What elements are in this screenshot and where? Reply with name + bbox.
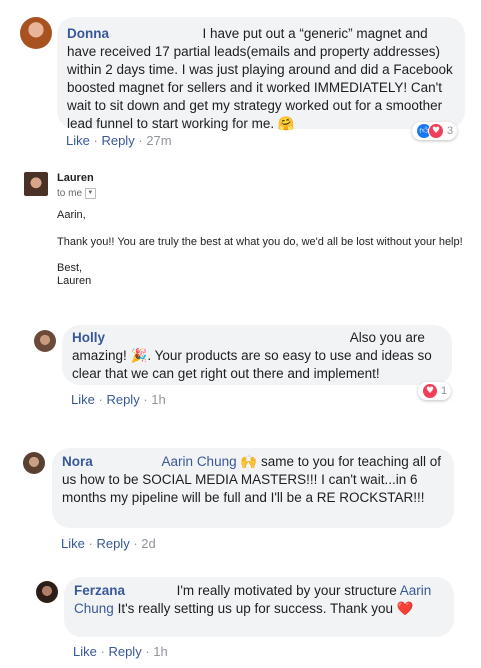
- timestamp[interactable]: 1h: [151, 392, 165, 407]
- separator: ·: [88, 536, 93, 551]
- commenter-name[interactable]: Nora: [62, 454, 93, 469]
- like-link[interactable]: Like: [71, 392, 95, 407]
- comment-text: Nora Aarin Chung 🙌 same to you for teach…: [62, 453, 448, 507]
- reply-link[interactable]: Reply: [108, 644, 141, 659]
- avatar[interactable]: [23, 452, 45, 474]
- email-sender-avatar: [24, 172, 48, 196]
- recipient-label: to me: [57, 188, 83, 200]
- comment-text: Holly Also you are amazing! 🎉. Your prod…: [72, 329, 450, 383]
- email-signature: Lauren: [57, 275, 92, 287]
- email-signoff: Best,: [57, 262, 83, 274]
- separator: ·: [100, 644, 105, 659]
- comment-actions: Like · Reply · 1h: [71, 392, 166, 407]
- heart-emoji: ❤️: [396, 601, 414, 617]
- comment-body: I have put out a “generic” magnet and ha…: [67, 26, 453, 131]
- like-link[interactable]: Like: [73, 644, 97, 659]
- commenter-name[interactable]: Donna: [67, 26, 109, 41]
- reply-link[interactable]: Reply: [101, 133, 134, 148]
- avatar[interactable]: [34, 330, 56, 352]
- separator: ·: [93, 133, 98, 148]
- like-link[interactable]: Like: [61, 536, 85, 551]
- reaction-summary[interactable]: ♥ 1: [418, 382, 452, 400]
- comment-body-end: It's really setting us up for success. T…: [117, 601, 394, 616]
- chevron-down-icon[interactable]: ▼: [84, 188, 96, 199]
- timestamp[interactable]: 27m: [146, 133, 171, 148]
- email-body: Thank you!! You are truly the best at wh…: [57, 236, 463, 248]
- reaction-summary[interactable]: 👍︎ ♥ 3: [412, 122, 458, 140]
- comment-body-start: I'm really motivated by your structure: [176, 583, 397, 598]
- comment-actions: Like · Reply · 27m: [66, 133, 172, 148]
- avatar[interactable]: [20, 17, 52, 49]
- like-link[interactable]: Like: [66, 133, 90, 148]
- love-reaction-icon: ♥: [422, 383, 438, 399]
- timestamp[interactable]: 1h: [153, 644, 167, 659]
- email-sender-name: Lauren: [57, 172, 94, 184]
- separator: ·: [98, 392, 103, 407]
- separator: ·: [143, 392, 148, 407]
- separator: ·: [138, 133, 143, 148]
- reply-link[interactable]: Reply: [96, 536, 129, 551]
- separator: ·: [133, 536, 138, 551]
- party-popper-emoji: 🎉: [130, 348, 148, 364]
- commenter-name[interactable]: Holly: [72, 330, 105, 345]
- reaction-count: 1: [441, 385, 448, 397]
- comment-text: Donna I have put out a “generic” magnet …: [67, 25, 457, 133]
- comment-actions: Like · Reply · 2d: [61, 536, 156, 551]
- comment-text: Ferzana I'm really motivated by your str…: [74, 582, 450, 618]
- comment-actions: Like · Reply · 1h: [73, 644, 168, 659]
- reaction-count: 3: [447, 125, 454, 137]
- separator: ·: [145, 644, 150, 659]
- hugging-face-emoji: 🤗: [277, 116, 295, 132]
- timestamp[interactable]: 2d: [141, 536, 155, 551]
- commenter-name[interactable]: Ferzana: [74, 583, 125, 598]
- email-recipient: to me ▼: [57, 188, 96, 199]
- raising-hands-emoji: 🙌: [240, 454, 258, 470]
- avatar[interactable]: [36, 581, 58, 603]
- reply-link[interactable]: Reply: [106, 392, 139, 407]
- email-greeting: Aarin,: [57, 209, 86, 221]
- love-reaction-icon: ♥: [428, 123, 444, 139]
- mention-link[interactable]: Aarin Chung: [162, 454, 237, 469]
